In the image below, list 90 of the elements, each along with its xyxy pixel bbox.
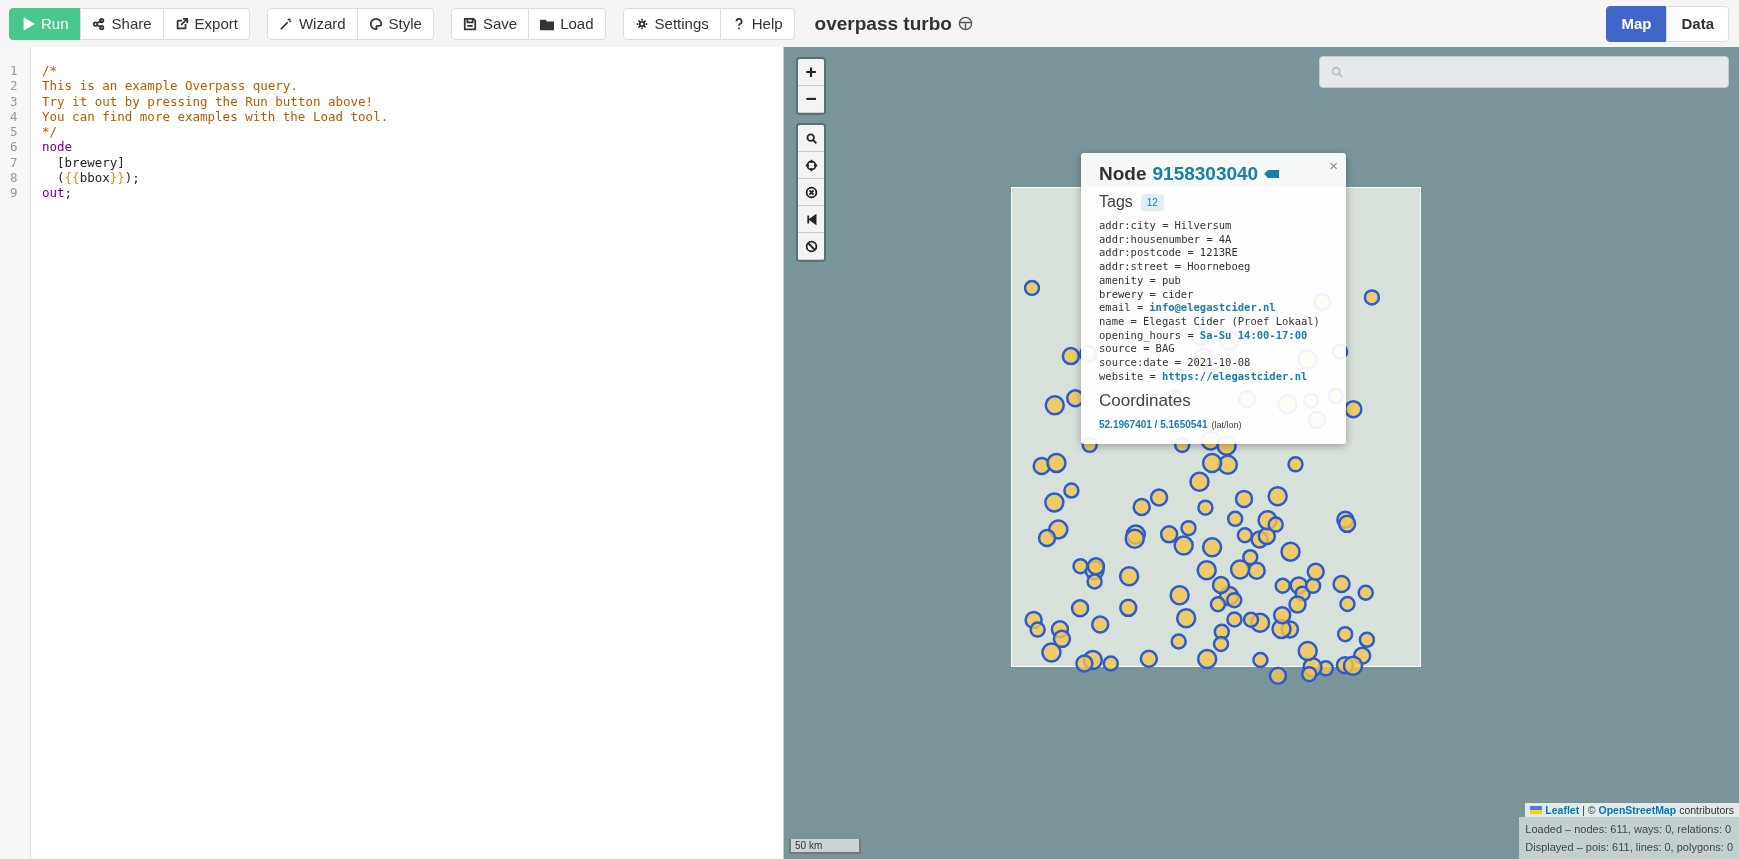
tag-value: 2021-10-08	[1187, 356, 1251, 370]
view-tab[interactable]: Data	[1666, 5, 1729, 42]
clear-icon	[804, 185, 818, 199]
wheel-icon	[957, 16, 973, 31]
code-line: [brewery]	[56, 154, 126, 171]
code-line: out;	[42, 185, 74, 201]
popup-title: Node	[1099, 163, 1147, 185]
tag-value: pub	[1161, 273, 1181, 288]
tag-key: email =	[1099, 301, 1144, 315]
tag-value: Hilversum	[1174, 219, 1232, 233]
tag-key: opening_hours =	[1099, 328, 1194, 343]
tag-key: amenity =	[1099, 273, 1156, 288]
toolbar-button[interactable]: Share	[79, 7, 164, 40]
coordinates-link[interactable]: 52.1967401 / 5.1650541	[1099, 419, 1208, 431]
attribution-separator: | ©	[1582, 804, 1596, 816]
tag-value: 1213RE	[1199, 246, 1238, 261]
map-tool-button[interactable]	[798, 179, 824, 206]
tag-value: 4A	[1218, 232, 1232, 247]
code-line: node	[42, 139, 74, 155]
line-number: 8	[9, 170, 19, 186]
line-number: 4	[9, 108, 19, 125]
toolbar-button[interactable]: Settings	[622, 7, 721, 40]
tag-key: name =	[1099, 314, 1137, 329]
code-line: Try it out by pressing the Run button above!	[42, 93, 375, 109]
map-placeholder[interactable]	[784, 47, 1739, 859]
node-id-link[interactable]: 9158303040	[1152, 163, 1259, 185]
tag-key: addr:postcode =	[1099, 246, 1194, 261]
tags-heading: Tags	[1099, 193, 1133, 211]
play-icon	[21, 16, 35, 31]
tag-key: addr:city =	[1099, 219, 1169, 233]
tag-value: cider	[1161, 287, 1194, 302]
close-button[interactable]: ×	[1327, 155, 1340, 176]
first-icon	[804, 212, 818, 226]
code-line: /*	[42, 63, 59, 79]
line-number: 2	[9, 78, 19, 94]
crosshair-icon	[804, 158, 818, 172]
zoom-button[interactable]: +	[798, 59, 824, 86]
line-number: 6	[9, 139, 19, 155]
line-number: 3	[9, 93, 19, 109]
view-tab[interactable]: Map	[1606, 5, 1667, 42]
map-tool-button[interactable]	[798, 206, 824, 233]
tag-value-link[interactable]: https://elegastcider.nl	[1161, 369, 1308, 384]
tag-key: addr:housenumber =	[1099, 232, 1213, 247]
tag-key: source =	[1099, 342, 1150, 357]
code-line: ({{bbox}});	[56, 170, 141, 186]
block-icon	[804, 239, 818, 253]
line-number: 9	[9, 185, 19, 201]
scale-bar: 50 km	[789, 839, 861, 854]
toolbar-button[interactable]: Style	[356, 7, 434, 40]
search-field[interactable]	[1319, 56, 1729, 88]
tag-key: website =	[1099, 369, 1156, 384]
flag-icon	[1530, 806, 1543, 814]
tag-value: BAG	[1155, 342, 1175, 357]
code-line: You can find more examples with the Load tool.	[42, 108, 389, 125]
toolbar-button[interactable]: Load	[528, 7, 606, 40]
tag-key: brewery =	[1099, 287, 1156, 302]
gear-icon	[634, 16, 649, 31]
zoom-button[interactable]: −	[798, 86, 824, 113]
tag-value-link[interactable]: info@elegastcider.nl	[1149, 301, 1276, 315]
palette-icon	[368, 16, 383, 31]
toolbar-button[interactable]: Export	[162, 7, 250, 40]
toolbar-button[interactable]: Save	[450, 7, 530, 40]
wand-icon	[278, 16, 293, 31]
line-number: 7	[9, 154, 19, 171]
openstreetmap-link[interactable]: OpenStreetMap	[1598, 804, 1677, 816]
tag-count-badge: 12	[1140, 193, 1164, 211]
toolbar-button[interactable]: Wizard	[266, 7, 358, 40]
map-tool-button[interactable]	[798, 125, 824, 152]
leaflet-link[interactable]: Leaflet	[1545, 804, 1580, 816]
tag-value: Hoorneboeg	[1187, 260, 1251, 274]
coordinates-unit: (lat/lon)	[1211, 420, 1242, 431]
code-line: */	[42, 124, 59, 140]
code-line: This is an example Overpass query.	[42, 78, 299, 94]
map-tool-button[interactable]	[798, 233, 824, 260]
map-tool-button[interactable]	[798, 152, 824, 179]
toolbar-button[interactable]: Help	[719, 7, 795, 40]
tag-key: addr:street =	[1099, 260, 1182, 274]
line-number: 1	[9, 63, 19, 79]
app-title: overpass turbo	[814, 12, 952, 35]
coordinates-heading: Coordinates	[1099, 391, 1192, 412]
attribution-text: contributors	[1679, 804, 1734, 816]
line-number: 5	[9, 124, 19, 140]
search-icon	[804, 131, 818, 145]
tag-key: source:date =	[1099, 356, 1182, 370]
tag-value-link[interactable]: Sa-Su 14:00-17:00	[1199, 328, 1308, 343]
share-icon	[91, 16, 106, 31]
search-icon	[1330, 65, 1344, 79]
tag-value: Elegast Cider (Proef Lokaal)	[1142, 314, 1320, 329]
export-icon	[174, 16, 189, 31]
stats-panel: Loaded – nodes: 611, ways: 0, relations: 0 Displayed – pois: 611, lines: 0, polygons: 0	[1519, 817, 1739, 859]
